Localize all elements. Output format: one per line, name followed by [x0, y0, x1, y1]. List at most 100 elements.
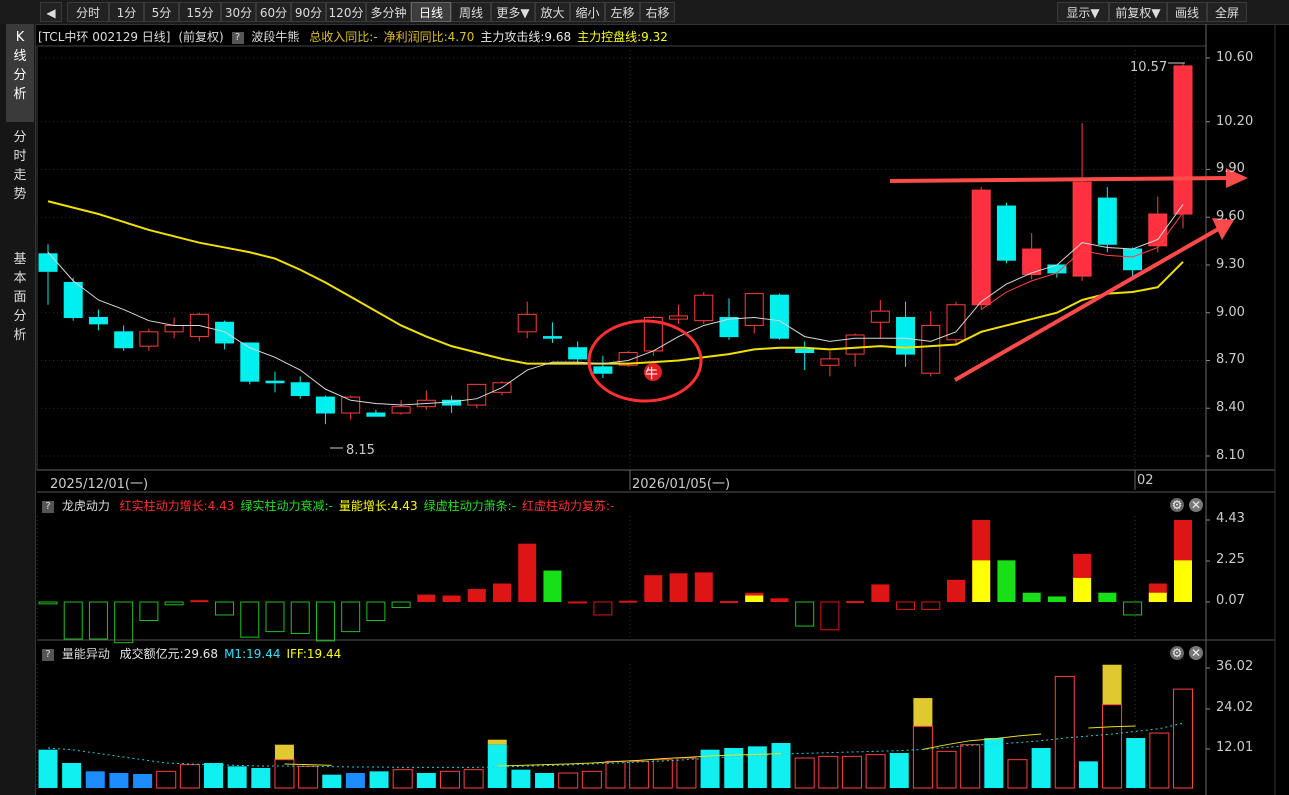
- volume-bar-yellow: [274, 744, 294, 760]
- volume-bar: [85, 771, 105, 788]
- volume-bar: [156, 770, 177, 789]
- momentum-bar: [391, 601, 411, 609]
- momentum-bar: [265, 601, 285, 633]
- momentum-bar: [1047, 596, 1066, 602]
- momentum-bar: [164, 601, 184, 606]
- momentum-bar: [997, 560, 1016, 602]
- volume-bar: [369, 771, 389, 788]
- momentum-bar: [190, 600, 209, 603]
- volume-bar: [652, 759, 673, 789]
- momentum-bar: [896, 601, 916, 610]
- candle-body: [341, 396, 361, 414]
- volume-bar: [463, 769, 484, 789]
- candle-body: [1097, 197, 1117, 245]
- momentum-bar: [417, 594, 436, 602]
- iff-line: [922, 733, 1042, 750]
- momentum-bar: [366, 601, 386, 622]
- kline-chart[interactable]: [0, 0, 1289, 795]
- volume-bar: [1173, 688, 1193, 789]
- price-tick-label: 10.20: [1216, 113, 1254, 129]
- volume-bar: [889, 753, 909, 788]
- volume-bar: [936, 750, 957, 789]
- candle-body: [593, 366, 613, 374]
- bull-marker: 牛: [645, 367, 659, 382]
- momentum-bar: [694, 572, 713, 602]
- momentum-bar: [63, 601, 83, 640]
- momentum-bar: [442, 595, 461, 602]
- volume-bar: [1007, 759, 1028, 789]
- momentum-bar: [493, 583, 511, 602]
- volume-bar: [629, 760, 650, 789]
- momentum-bar: [720, 601, 738, 604]
- momentum-bar: [543, 570, 562, 602]
- volume-bar: [345, 773, 365, 788]
- volume-bar: [109, 773, 129, 788]
- candle-body: [366, 412, 386, 417]
- candle-body: [88, 316, 108, 325]
- volume-bar: [392, 769, 413, 789]
- vol-tick-label: 36.02: [1216, 659, 1254, 674]
- candle-body: [164, 324, 184, 333]
- momentum-bar: [619, 600, 638, 603]
- volume-bar-yellow: [1102, 664, 1122, 705]
- candle-body: [63, 281, 83, 318]
- momentum-bar: [846, 601, 865, 604]
- momentum-bar: [947, 579, 965, 602]
- momentum-bar: [341, 601, 361, 633]
- volume-bar: [439, 770, 460, 789]
- candle-body: [139, 331, 159, 347]
- momentum-bar: [820, 601, 840, 631]
- momentum-bar-yellow: [1073, 577, 1092, 602]
- date-label: 2026/01/05(一): [632, 477, 731, 492]
- price-tick-label: 8.10: [1216, 448, 1245, 463]
- price-tick-label: 9.60: [1216, 209, 1245, 225]
- lh-tick-label: 0.07: [1216, 593, 1245, 608]
- volume-bar: [322, 774, 342, 788]
- volume-bar: [1149, 732, 1170, 789]
- volume-bar: [1126, 738, 1146, 788]
- price-tick-label: 8.70: [1216, 352, 1245, 368]
- price-tick-label: 10.60: [1216, 50, 1254, 65]
- momentum-bar: [871, 584, 890, 602]
- candle-body: [1123, 248, 1143, 271]
- momentum-bar-yellow: [1148, 592, 1167, 602]
- candle-body: [921, 324, 941, 374]
- volume-bar: [298, 765, 319, 789]
- momentum-bar: [644, 575, 663, 602]
- low-price-label: 8.15: [346, 443, 375, 458]
- candle-body: [265, 380, 285, 384]
- volume-bar: [511, 769, 531, 788]
- candle-body: [971, 189, 991, 306]
- vol-tick-label: 12.01: [1216, 740, 1254, 755]
- price-tick-label: 9.90: [1216, 161, 1245, 177]
- candle-body: [1173, 65, 1193, 215]
- volume-bar: [179, 764, 200, 789]
- volume-bar: [535, 773, 555, 788]
- volume-bar: [818, 755, 839, 789]
- volume-bar: [724, 748, 744, 788]
- volume-bar: [416, 773, 436, 788]
- momentum-bar: [921, 601, 941, 610]
- candle-body: [820, 358, 840, 366]
- volume-bar: [1031, 748, 1051, 788]
- candle-body: [290, 382, 310, 397]
- candle-body: [669, 315, 689, 320]
- candle-body: [542, 336, 562, 339]
- volume-bar: [1054, 675, 1075, 789]
- candle-body: [1047, 264, 1067, 274]
- volume-bar: [794, 757, 815, 789]
- volume-bar: [841, 755, 862, 789]
- candle-body: [114, 331, 134, 349]
- momentum-bar: [290, 601, 310, 634]
- candle-body: [870, 310, 890, 323]
- candle-body: [744, 293, 764, 326]
- candle-body: [996, 205, 1016, 261]
- volume-bar: [771, 743, 791, 788]
- volume-bar: [581, 770, 602, 789]
- volume-bar: [227, 766, 247, 788]
- momentum-bar: [795, 601, 815, 627]
- candle-body: [391, 406, 411, 414]
- volume-bar: [676, 757, 697, 789]
- price-tick-label: 9.00: [1216, 304, 1245, 320]
- volume-bar: [204, 763, 224, 788]
